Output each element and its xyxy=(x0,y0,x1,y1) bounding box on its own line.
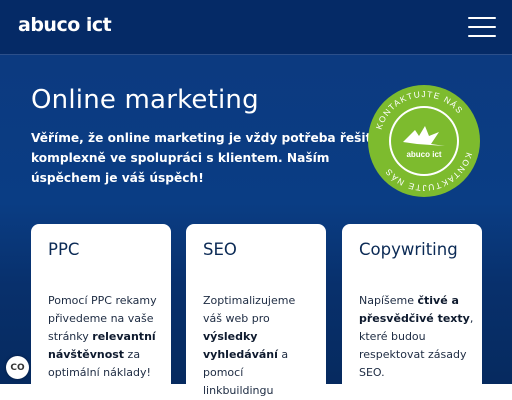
card-text-highlight: vyhledávání xyxy=(203,348,278,361)
card-title: PPC xyxy=(48,240,80,259)
card-text-highlight: návštěvnost xyxy=(48,348,125,361)
card-text-segment: a xyxy=(277,348,289,361)
card-text-segment: , xyxy=(469,312,474,325)
card-text-segment: Zoptimalizujeme xyxy=(203,294,296,307)
card-text-highlight: čtivé a xyxy=(417,294,459,307)
hero-lead: Věříme, že online marketing je vždy potř… xyxy=(31,128,376,188)
card-text-segment: pomocí xyxy=(203,366,244,379)
hero-lead-line: Věříme, že online marketing je vždy potř… xyxy=(31,131,372,145)
service-card-seo[interactable]: SEO Zoptimalizujeme váš web pro výsledky vy… xyxy=(186,224,326,397)
cookie-label: CO xyxy=(10,362,25,373)
badge-logo-text: abuco ict xyxy=(406,150,441,159)
card-text-segment: optimální náklady! xyxy=(48,366,151,379)
card-text-segment: váš web pro xyxy=(203,312,270,325)
service-card-copywriting[interactable]: Copywriting Napíšeme čtivé a přesvědčivé … xyxy=(342,224,482,394)
hamburger-menu-icon[interactable] xyxy=(468,17,496,37)
logo[interactable]: abuco ict xyxy=(18,14,112,36)
card-text-segment: Napíšeme xyxy=(359,294,418,307)
site-header: abuco ict xyxy=(0,0,512,55)
contact-badge[interactable]: KONTAKTUJTE NÁS KONTAKTUJTE NÁS abuco ic… xyxy=(367,84,481,198)
card-text-segment: linkbuildingu xyxy=(203,384,274,397)
card-text-segment: respektovat zásady xyxy=(359,348,467,361)
card-text-segment: SEO. xyxy=(359,366,385,379)
card-text-highlight: relevantní xyxy=(92,330,156,343)
card-text-segment: stránky xyxy=(48,330,93,343)
card-text: Napíšeme čtivé a přesvědčivé texty, které … xyxy=(359,292,474,382)
page-title: Online marketing xyxy=(31,85,259,115)
service-card-ppc[interactable]: PPC Pomocí PPC rekamy přivedeme na vaše st… xyxy=(31,224,171,394)
card-text-highlight: přesvědčivé texty xyxy=(359,312,470,325)
hero-lead-line: úspěchem je váš úspěch! xyxy=(31,171,204,185)
card-text-segment: za xyxy=(124,348,141,361)
card-title: Copywriting xyxy=(359,240,458,259)
cookie-settings-icon[interactable]: CO xyxy=(6,356,29,379)
hero-lead-line: komplexně ve spolupráci s klientem. Naší… xyxy=(31,151,330,165)
card-text-segment: které budou xyxy=(359,330,426,343)
card-text-segment: přivedeme na vaše xyxy=(48,312,154,325)
card-text: Pomocí PPC rekamy přivedeme na vaše stránk… xyxy=(48,292,163,382)
card-text-highlight: výsledky xyxy=(203,330,258,343)
card-title: SEO xyxy=(203,240,237,259)
card-text-segment: Pomocí PPC rekamy xyxy=(48,294,157,307)
